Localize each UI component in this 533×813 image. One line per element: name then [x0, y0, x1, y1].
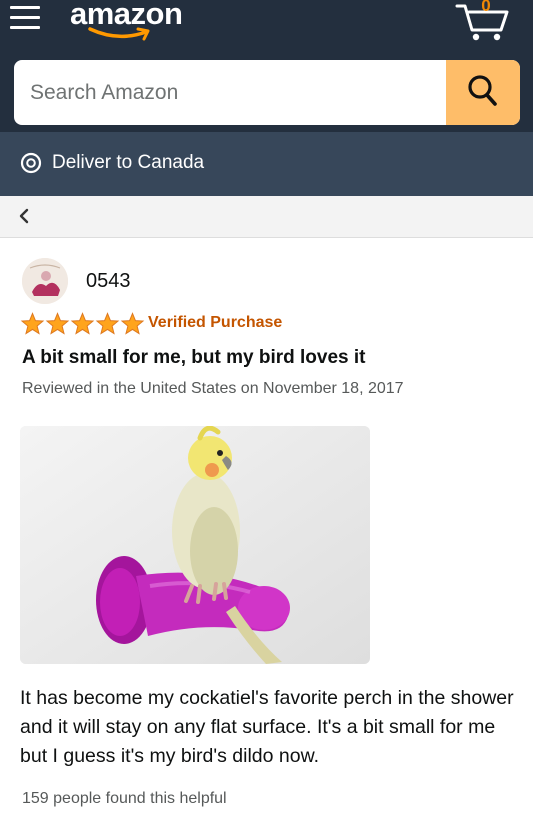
star-icon	[95, 312, 120, 335]
hamburger-menu-icon[interactable]	[10, 6, 40, 32]
chevron-left-icon[interactable]	[18, 208, 30, 224]
search-bar	[14, 60, 520, 125]
deliver-to-label: Deliver to Canada	[52, 152, 205, 173]
search-button[interactable]	[446, 60, 520, 125]
reviewer-name[interactable]: 0543	[86, 270, 131, 293]
review-title: A bit small for me, but my bird loves it	[22, 347, 366, 368]
helpful-count: 159 people found this helpful	[22, 790, 227, 807]
reviewer-avatar-image	[22, 258, 68, 304]
amazon-smile-icon	[88, 27, 150, 41]
search-input[interactable]	[14, 60, 446, 125]
star-icon	[120, 312, 145, 335]
star-icon	[70, 312, 95, 335]
search-icon	[468, 75, 497, 106]
reviewer-avatar[interactable]	[22, 258, 68, 304]
review-body: It has become my cockatiel's favorite pe…	[20, 687, 514, 767]
location-pin-icon	[20, 152, 42, 174]
top-nav-bar: amazon 0	[0, 0, 533, 132]
review-photo[interactable]	[20, 426, 370, 664]
back-navigation-row	[0, 196, 533, 238]
star-icon	[45, 312, 70, 335]
star-icon	[20, 312, 45, 335]
verified-purchase-badge: Verified Purchase	[148, 314, 283, 331]
cart-count-badge: 0	[481, 0, 491, 15]
review-photo-image	[20, 426, 370, 664]
star-rating	[20, 312, 145, 336]
deliver-to-bar[interactable]: Deliver to Canada	[0, 132, 533, 196]
review-date: Reviewed in the United States on Novembe…	[22, 380, 404, 397]
